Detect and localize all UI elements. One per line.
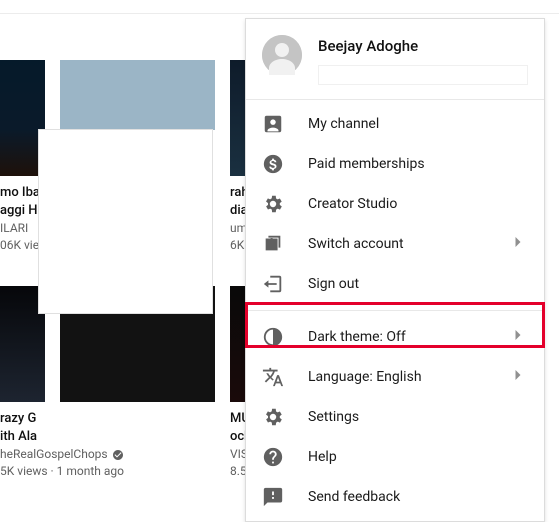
account-header: Beejay Adoghe [246,19,544,100]
menu-label: Dark theme: Off [308,329,484,345]
gear-icon [262,193,284,215]
top-divider [0,0,559,14]
video-meta: razy G ith Ala heRealGospelChops 5K view… [0,410,210,480]
gear-icon [262,406,284,428]
dark-theme-icon [262,326,284,348]
paid-icon [262,153,284,175]
feedback-icon [262,486,284,508]
menu-label: Switch account [308,236,484,252]
help-icon [262,446,284,468]
menu-paid-memberships[interactable]: Paid memberships [246,144,544,184]
video-title[interactable]: razy G [0,410,210,428]
menu-dark-theme[interactable]: Dark theme: Off [246,317,544,357]
channel-name-text: heRealGospelChops [0,446,108,463]
menu-sign-out[interactable]: Sign out [246,264,544,304]
translate-icon [262,366,284,388]
menu-creator-studio[interactable]: Creator Studio [246,184,544,224]
menu-language[interactable]: Language: English [246,357,544,397]
avatar[interactable] [262,35,302,75]
menu-label: Language: English [308,369,484,385]
account-sub-placeholder [318,65,528,85]
account-name: Beejay Adoghe [318,35,528,55]
chevron-right-icon [508,325,528,349]
account-box-icon [262,113,284,135]
video-stats: 5K views · 1 month ago [0,463,210,480]
menu-label: Paid memberships [308,156,528,172]
chevron-right-icon [508,365,528,389]
account-menu-panel: Beejay Adoghe My channel Paid membership… [245,18,545,522]
menu-divider [246,310,544,311]
menu-label: Help [308,449,528,465]
menu-label: Send feedback [308,489,528,505]
menu-settings[interactable]: Settings [246,397,544,437]
menu-send-feedback[interactable]: Send feedback [246,477,544,517]
video-thumbnail[interactable] [60,60,215,130]
sign-out-icon [262,273,284,295]
video-title[interactable]: ith Ala [0,428,210,446]
menu-help[interactable]: Help [246,437,544,477]
menu-label: My channel [308,116,528,132]
blank-overlay [38,129,213,314]
menu-label: Settings [308,409,528,425]
account-menu-list: My channel Paid memberships Creator Stud… [246,100,544,521]
channel-name[interactable]: heRealGospelChops [0,446,210,463]
verified-badge-icon [112,449,124,461]
menu-my-channel[interactable]: My channel [246,104,544,144]
menu-label: Creator Studio [308,196,528,212]
switch-account-icon [262,233,284,255]
menu-switch-account[interactable]: Switch account [246,224,544,264]
menu-label: Sign out [308,276,528,292]
chevron-right-icon [508,232,528,256]
